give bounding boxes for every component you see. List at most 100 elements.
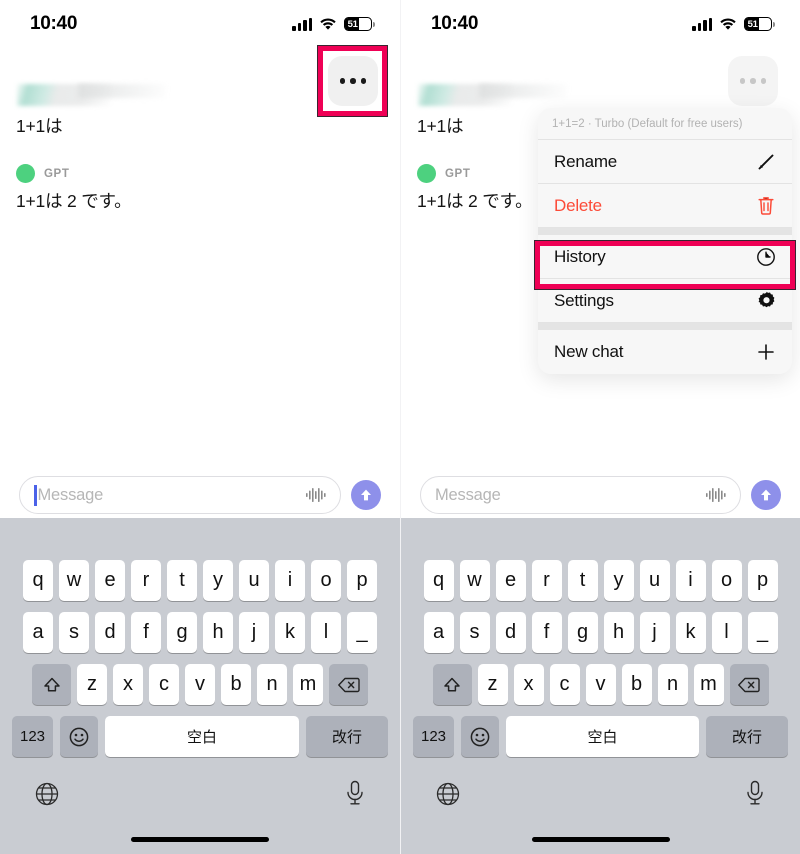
key-t[interactable]: t: [167, 560, 197, 601]
keyboard-row-2: a s d f g h j k l _: [0, 612, 400, 653]
status-icons: 51: [692, 17, 775, 31]
globe-icon[interactable]: [435, 781, 461, 812]
home-indicator: [131, 837, 269, 842]
key-r[interactable]: r: [531, 560, 562, 601]
microphone-icon[interactable]: [344, 780, 366, 812]
key-e[interactable]: e: [495, 560, 526, 601]
key-a[interactable]: a: [23, 612, 53, 653]
key-a[interactable]: a: [423, 612, 454, 653]
space-key[interactable]: 空白: [105, 716, 299, 757]
key-c[interactable]: c: [149, 664, 179, 705]
shift-key[interactable]: [32, 664, 71, 705]
menu-item-history[interactable]: History: [538, 235, 792, 279]
key-z[interactable]: z: [77, 664, 107, 705]
key-j[interactable]: j: [239, 612, 269, 653]
key-t[interactable]: t: [567, 560, 598, 601]
key-w[interactable]: w: [459, 560, 490, 601]
key-k[interactable]: k: [275, 612, 305, 653]
keyboard-row-3: zxcvbnm: [401, 664, 800, 705]
key-_[interactable]: _: [747, 612, 778, 653]
key-g[interactable]: g: [167, 612, 197, 653]
more-button[interactable]: [728, 56, 778, 106]
status-time: 10:40: [30, 13, 78, 34]
key-v[interactable]: v: [585, 664, 616, 705]
keyboard: qwertyuiop a s d f g h j k l _ zxcvbnm 123 空白 改行: [0, 518, 400, 854]
menu-item-settings[interactable]: Settings: [538, 279, 792, 323]
backspace-key[interactable]: [329, 664, 368, 705]
microphone-icon[interactable]: [744, 780, 766, 812]
key-o[interactable]: o: [711, 560, 742, 601]
key-h[interactable]: h: [203, 612, 233, 653]
key-l[interactable]: l: [711, 612, 742, 653]
menu-item-delete[interactable]: Delete: [538, 184, 792, 228]
key-x[interactable]: x: [513, 664, 544, 705]
key-h[interactable]: h: [603, 612, 634, 653]
key-r[interactable]: r: [131, 560, 161, 601]
key-q[interactable]: q: [23, 560, 53, 601]
key-f[interactable]: f: [131, 612, 161, 653]
key-j[interactable]: j: [639, 612, 670, 653]
key-u[interactable]: u: [639, 560, 670, 601]
message-input[interactable]: Message: [420, 476, 741, 514]
return-key[interactable]: 改行: [706, 716, 788, 757]
key-o[interactable]: o: [311, 560, 341, 601]
send-button[interactable]: [351, 480, 381, 510]
message-input-bar: Message: [401, 472, 800, 518]
shift-key[interactable]: [432, 664, 472, 705]
clock-icon: [755, 246, 777, 268]
emoji-icon[interactable]: [461, 716, 499, 757]
waveform-icon[interactable]: [306, 487, 328, 503]
space-key[interactable]: 空白: [506, 716, 699, 757]
key-b[interactable]: b: [221, 664, 251, 705]
key-b[interactable]: b: [621, 664, 652, 705]
key-w[interactable]: w: [59, 560, 89, 601]
key-l[interactable]: l: [311, 612, 341, 653]
key-g[interactable]: g: [567, 612, 598, 653]
key-m[interactable]: m: [693, 664, 724, 705]
numeric-key[interactable]: 123: [12, 716, 53, 757]
return-key[interactable]: 改行: [306, 716, 388, 757]
key-s[interactable]: s: [59, 612, 89, 653]
keyboard-letter-keys-row-3: zxcvbnm: [77, 664, 323, 705]
numeric-key[interactable]: 123: [413, 716, 454, 757]
key-s[interactable]: s: [459, 612, 490, 653]
emoji-icon[interactable]: [60, 716, 98, 757]
keyboard: qwertyuiop a s d f g h j k l _ zxcvbnm 123 空白 改行: [401, 518, 800, 854]
key-c[interactable]: c: [549, 664, 580, 705]
key-k[interactable]: k: [675, 612, 706, 653]
key-m[interactable]: m: [293, 664, 323, 705]
key-v[interactable]: v: [185, 664, 215, 705]
menu-item-rename[interactable]: Rename: [538, 140, 792, 184]
waveform-icon[interactable]: [706, 487, 728, 503]
key-i[interactable]: i: [275, 560, 305, 601]
key-z[interactable]: z: [477, 664, 508, 705]
menu-item-new-chat[interactable]: New chat: [538, 330, 792, 374]
key-u[interactable]: u: [239, 560, 269, 601]
bot-message-text: 1+1は 2 です。: [16, 191, 132, 211]
key-d[interactable]: d: [95, 612, 125, 653]
key-n[interactable]: n: [657, 664, 688, 705]
key-y[interactable]: y: [603, 560, 634, 601]
key-f[interactable]: f: [531, 612, 562, 653]
key-q[interactable]: q: [423, 560, 454, 601]
key-_[interactable]: _: [347, 612, 377, 653]
menu-item-label: Rename: [554, 151, 618, 171]
key-x[interactable]: x: [113, 664, 143, 705]
key-e[interactable]: e: [95, 560, 125, 601]
battery-icon: 51: [744, 17, 775, 31]
screenshot-root: 10:40 51 1+1は GPT 1+1は 2 です。 Message q w…: [0, 0, 800, 854]
key-p[interactable]: p: [747, 560, 778, 601]
backspace-key[interactable]: [729, 664, 769, 705]
avatar: [16, 164, 35, 183]
message-input-bar: Message: [0, 472, 400, 518]
globe-icon[interactable]: [34, 781, 60, 812]
status-time: 10:40: [431, 13, 479, 34]
bot-message: GPT 1+1は 2 です。: [16, 164, 384, 213]
key-p[interactable]: p: [347, 560, 377, 601]
message-input[interactable]: Message: [19, 476, 341, 514]
key-d[interactable]: d: [495, 612, 526, 653]
key-n[interactable]: n: [257, 664, 287, 705]
send-button[interactable]: [751, 480, 781, 510]
key-y[interactable]: y: [203, 560, 233, 601]
key-i[interactable]: i: [675, 560, 706, 601]
